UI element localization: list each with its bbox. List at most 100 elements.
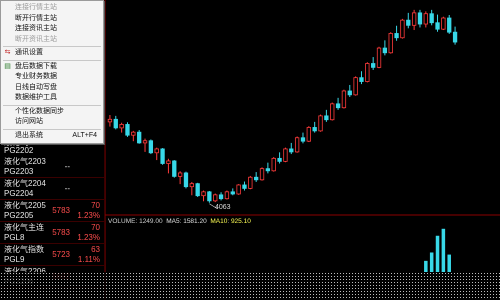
- candle-body: [254, 176, 259, 181]
- list-item[interactable]: 液化气2204 -- PG2204: [0, 178, 104, 200]
- candle-body: [248, 176, 253, 189]
- instrument-change-percent: 1.23%: [77, 211, 100, 220]
- instrument-change: 70: [91, 201, 100, 210]
- volume-value: 1249.00: [139, 218, 163, 225]
- instrument-name: PG2202: [4, 146, 34, 155]
- menu-item-label: 数据维护工具: [15, 94, 57, 101]
- candle-body: [160, 148, 165, 164]
- menu-item[interactable]: ⇆ 通讯设置: [1, 48, 103, 58]
- menu-item-label: 断开资讯主站: [15, 35, 57, 43]
- kline-chart[interactable]: VOLUME: 1249.00 MA5: 1581.20 MA10: 925.1…: [105, 0, 500, 300]
- candle-body: [195, 183, 200, 197]
- candle-body: [207, 191, 212, 202]
- menu-separator: [3, 104, 101, 106]
- instrument-change-percent: 1.11%: [77, 255, 100, 264]
- candle-body: [447, 17, 452, 33]
- candle-body: [113, 118, 118, 129]
- instrument-price: 5783: [52, 206, 70, 215]
- list-item[interactable]: 液化气2205 5783 70 PG2205 1.23%: [0, 200, 104, 222]
- candle-body: [294, 137, 300, 153]
- candle-body: [277, 157, 282, 162]
- candle-body: [125, 124, 130, 136]
- candle-body: [236, 184, 241, 195]
- volume-header: VOLUME: 1249.00 MA5: 1581.20 MA10: 925.1…: [108, 218, 251, 225]
- network-settings-icon: ⇆: [4, 49, 11, 56]
- candle-body: [335, 103, 341, 109]
- instrument-code: PGL8: [4, 233, 25, 242]
- candle-body: [411, 12, 417, 26]
- candle-body: [183, 172, 189, 188]
- candle-body: [189, 183, 194, 188]
- candle-body: [318, 115, 323, 132]
- candle-body: [441, 17, 446, 30]
- instrument-name: 液化气2205: [4, 201, 46, 210]
- list-item[interactable]: 液化气指数 5723 63 PGL9 1.11%: [0, 244, 104, 266]
- candle-body: [230, 191, 235, 195]
- menu-separator: [3, 128, 101, 130]
- instrument-code: PG2203: [4, 167, 34, 176]
- candle-body: [119, 124, 124, 129]
- kline-chart-canvas[interactable]: [105, 0, 500, 300]
- candle-body: [347, 90, 352, 96]
- candle-body: [353, 77, 358, 96]
- candle-body: [224, 191, 230, 200]
- menu-item[interactable]: 访问网站: [1, 117, 103, 127]
- menu-item-label: 断开行情主站: [15, 14, 57, 22]
- candle-body: [172, 160, 177, 177]
- menu-item-label: 通讯设置: [15, 49, 43, 56]
- volume-bar: [441, 228, 446, 272]
- candle-body: [365, 63, 370, 82]
- candle-body: [213, 194, 218, 202]
- menu-item[interactable]: 数据维护工具: [1, 93, 103, 103]
- candle-body: [107, 118, 113, 123]
- menu-item-label: 日线自动写盘: [15, 83, 57, 91]
- menu-item[interactable]: 个性化数据同步: [1, 107, 103, 117]
- menu-item[interactable]: 断开行情主站: [1, 14, 103, 24]
- candle-body: [154, 148, 159, 154]
- candle-body: [148, 140, 154, 154]
- instrument-change: 63: [91, 245, 100, 254]
- volume-bar: [435, 235, 440, 272]
- candle-body: [131, 131, 136, 136]
- instrument-price: --: [64, 184, 70, 193]
- candle-body: [400, 19, 405, 39]
- menu-item-label: 访问网站: [15, 118, 43, 125]
- menu-separator: [3, 46, 101, 47]
- candle-body: [300, 137, 306, 142]
- ma10-label: MA10: [210, 218, 228, 225]
- menu-item[interactable]: 退出系统 ALT+F4: [1, 131, 103, 141]
- download-icon: ▤: [4, 62, 11, 70]
- menu-separator: [3, 59, 101, 61]
- volume-label: VOLUME: [108, 218, 136, 225]
- candle-body: [137, 131, 142, 144]
- menu-item-label: 连接行情主站: [15, 4, 57, 11]
- menu-item-label: 专业财务数据: [15, 73, 57, 80]
- volume-bar: [424, 260, 428, 272]
- instrument-code: PGL9: [4, 255, 25, 264]
- ma5-label: MA5: [166, 218, 180, 225]
- bottom-strip: [0, 272, 500, 300]
- candle-body: [417, 12, 423, 25]
- candle-body: [429, 13, 434, 24]
- list-item[interactable]: 液化气主连 5783 70 PGL8 1.23%: [0, 222, 104, 244]
- menu-item[interactable]: ▤ 盘后数据下载: [1, 62, 103, 72]
- candle-body: [435, 22, 440, 30]
- candle-body: [283, 148, 288, 162]
- menu-item: 断开资讯主站: [1, 35, 103, 45]
- candle-body: [201, 191, 206, 197]
- candle-body: [394, 33, 399, 39]
- menu-item[interactable]: 专业财务数据: [1, 72, 103, 82]
- candle-body: [324, 115, 329, 121]
- menu-item[interactable]: 连接资讯主站: [1, 24, 103, 34]
- list-item[interactable]: 液化气2203 -- PG2203: [0, 156, 104, 178]
- candle-body: [265, 168, 271, 172]
- candle-body: [242, 184, 247, 189]
- candle-body: [423, 13, 428, 25]
- candle-body: [452, 31, 458, 43]
- menu-item: 连接行情主站: [1, 3, 103, 13]
- menu-item[interactable]: 日线自动写盘: [1, 83, 103, 93]
- candle-body: [330, 103, 335, 121]
- instrument-change: 70: [91, 223, 100, 232]
- menu-item-label: 连接资讯主站: [15, 25, 57, 32]
- candle-body: [312, 127, 317, 132]
